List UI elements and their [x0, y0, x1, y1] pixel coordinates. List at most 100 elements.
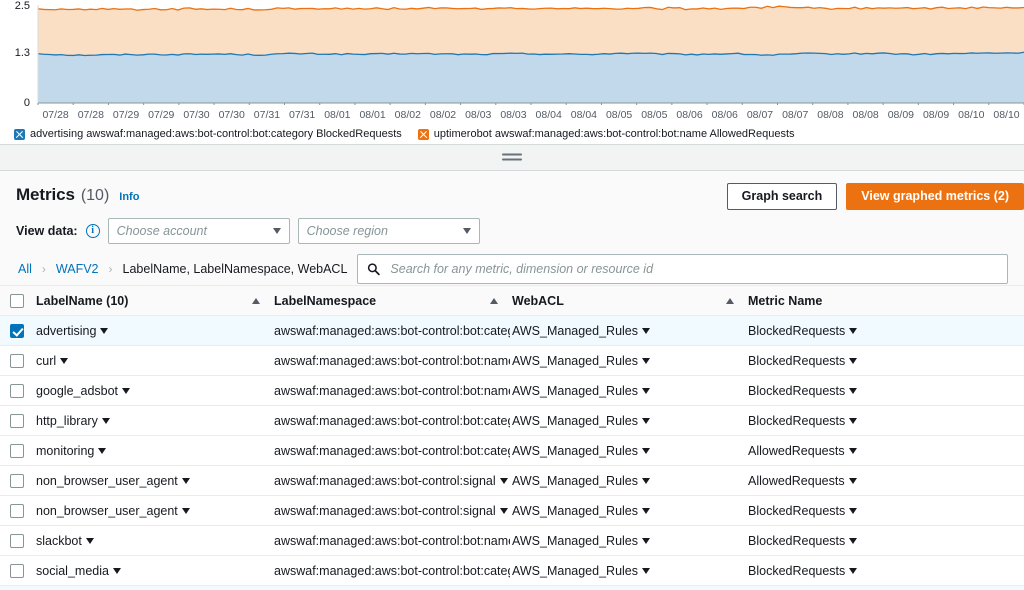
row-checkbox[interactable]	[10, 323, 24, 338]
cell-actions-chevron-down-icon[interactable]	[642, 328, 650, 334]
cell-actions-chevron-down-icon[interactable]	[85, 538, 94, 544]
cell-value: AllowedRequests	[748, 473, 845, 488]
y-tick-label: 2.5	[14, 0, 30, 12]
cell-value: AWS_Managed_Rules	[512, 503, 638, 518]
legend-item[interactable]: advertising awswaf:managed:aws:bot-contr…	[14, 128, 402, 140]
cell-value: AllowedRequests	[748, 443, 845, 458]
cell-actions-chevron-down-icon[interactable]	[848, 448, 857, 454]
x-tick-label: 07/30	[218, 109, 245, 121]
select-all-checkbox[interactable]	[10, 293, 24, 308]
table-row[interactable]: curl awswaf:managed:aws:bot-control:bot:n…	[0, 345, 1024, 376]
panel-resize-handle-icon[interactable]	[502, 153, 522, 162]
cell-actions-chevron-down-icon[interactable]	[642, 538, 650, 544]
metrics-count: (10)	[80, 187, 110, 204]
x-tick-label: 08/05	[605, 109, 633, 121]
panel-splitter[interactable]	[0, 145, 1024, 171]
search-input[interactable]	[388, 261, 999, 277]
region-select[interactable]: Choose region	[297, 218, 480, 244]
cell-actions-chevron-down-icon[interactable]	[642, 568, 650, 574]
cell-actions-chevron-down-icon[interactable]	[642, 478, 650, 484]
cell-actions-chevron-down-icon[interactable]	[499, 478, 508, 484]
table-row[interactable]: http_library awswaf:managed:aws:bot-contr…	[0, 405, 1024, 436]
metric-search[interactable]	[357, 254, 1008, 284]
cell-actions-chevron-down-icon[interactable]	[849, 418, 858, 424]
row-checkbox[interactable]	[10, 383, 24, 398]
column-header-label: LabelNamespace	[274, 293, 377, 308]
cell-actions-chevron-down-icon[interactable]	[848, 478, 857, 484]
graph-search-button[interactable]: Graph search	[726, 183, 838, 210]
cell-actions-chevron-down-icon[interactable]	[181, 478, 190, 484]
cell-actions-chevron-down-icon[interactable]	[642, 358, 650, 364]
row-checkbox[interactable]	[10, 443, 24, 458]
table-body: advertising awswaf:managed:aws:bot-contro…	[0, 315, 1024, 590]
column-header-metricname[interactable]: Metric Name	[746, 285, 1024, 316]
cell-actions-chevron-down-icon[interactable]	[642, 508, 650, 514]
cell-value: awswaf:managed:aws:bot-control:bot:categ…	[274, 413, 510, 428]
cell-value: awswaf:managed:aws:bot-control:bot:categ…	[274, 443, 510, 458]
cell-actions-chevron-down-icon[interactable]	[60, 358, 69, 364]
cell-value: google_adsbot	[36, 383, 119, 398]
cell-actions-chevron-down-icon[interactable]	[101, 418, 110, 424]
info-icon[interactable]: i	[85, 224, 100, 238]
table-row[interactable]: non_browser_user_agent awswaf:managed:aws…	[0, 495, 1024, 526]
chart-plot-area[interactable]	[0, 0, 1024, 105]
cell-actions-chevron-down-icon[interactable]	[849, 328, 858, 334]
cell-labelnamespace: awswaf:managed:aws:bot-control:bot:categ…	[272, 555, 510, 586]
cell-actions-chevron-down-icon[interactable]	[849, 538, 858, 544]
table-row[interactable]: advertising awswaf:managed:aws:bot-contro…	[0, 315, 1024, 346]
x-tick-label: 08/08	[817, 109, 844, 121]
cell-value: AWS_Managed_Rules	[512, 383, 638, 398]
breadcrumb-item-wafv2[interactable]: WAFV2	[54, 262, 101, 276]
sort-ascending-icon	[726, 297, 734, 304]
cell-labelname: non_browser_user_agent	[34, 495, 272, 526]
column-header-webacl[interactable]: WebACL	[510, 285, 746, 316]
row-checkbox[interactable]	[10, 353, 24, 368]
cell-actions-chevron-down-icon[interactable]	[122, 388, 131, 394]
cell-actions-chevron-down-icon[interactable]	[100, 328, 109, 334]
row-checkbox[interactable]	[10, 503, 24, 518]
cell-actions-chevron-down-icon[interactable]	[849, 388, 858, 394]
cell-actions-chevron-down-icon[interactable]	[642, 448, 650, 454]
column-header-labelname[interactable]: LabelName (10)	[34, 285, 272, 316]
cell-actions-chevron-down-icon[interactable]	[849, 508, 858, 514]
x-tick-label: 07/29	[148, 109, 175, 121]
cell-actions-chevron-down-icon[interactable]	[98, 448, 107, 454]
cell-actions-chevron-down-icon[interactable]	[499, 508, 508, 514]
chart-legend: advertising awswaf:managed:aws:bot-contr…	[14, 125, 795, 143]
x-tick-label: 08/09	[887, 109, 914, 121]
cell-webacl: AWS_Managed_Rules	[510, 585, 746, 590]
row-checkbox[interactable]	[10, 413, 24, 428]
cell-value: monitoring	[36, 443, 95, 458]
cell-actions-chevron-down-icon[interactable]	[181, 508, 190, 514]
x-tick-label: 07/29	[112, 109, 140, 121]
cell-actions-chevron-down-icon[interactable]	[642, 388, 650, 394]
cell-actions-chevron-down-icon[interactable]	[849, 358, 858, 364]
cell-value: slackbot	[36, 533, 82, 548]
cell-value: awswaf:managed:aws:bot-control:bot:categ…	[274, 323, 510, 338]
table-row[interactable]: monitoring awswaf:managed:aws:bot-control…	[0, 435, 1024, 466]
cell-actions-chevron-down-icon[interactable]	[642, 418, 650, 424]
cell-actions-chevron-down-icon[interactable]	[849, 568, 858, 574]
cell-actions-chevron-down-icon[interactable]	[112, 568, 121, 574]
account-select[interactable]: Choose account	[107, 218, 290, 244]
cell-labelname: social_media	[34, 555, 272, 586]
x-tick-label: 08/07	[782, 109, 809, 121]
x-tick-label: 08/09	[922, 109, 950, 121]
info-link[interactable]: Info	[119, 191, 139, 203]
table-row[interactable]: social_media awswaf:managed:aws:bot-contr…	[0, 555, 1024, 586]
table-row[interactable]: non_browser_user_agent awswaf:managed:aws…	[0, 465, 1024, 496]
row-checkbox[interactable]	[10, 473, 24, 488]
table-row[interactable]: uptimerobotawswaf:managed:aws:bot-contro…	[0, 585, 1024, 590]
view-graphed-metrics-button[interactable]: View graphed metrics (2)	[846, 183, 1024, 210]
breadcrumb-item-all[interactable]: All	[16, 262, 34, 276]
legend-item[interactable]: uptimerobot awswaf:managed:aws:bot-contr…	[417, 128, 795, 140]
table-row[interactable]: slackbot awswaf:managed:aws:bot-control:b…	[0, 525, 1024, 556]
row-checkbox[interactable]	[10, 563, 24, 578]
column-header-labelnamespace[interactable]: LabelNamespace	[272, 285, 510, 316]
cell-metricname: BlockedRequests	[746, 375, 1024, 406]
cell-metricname: AllowedRequests	[746, 435, 1024, 466]
table-row[interactable]: google_adsbot awswaf:managed:aws:bot-cont…	[0, 375, 1024, 406]
cell-labelnamespace: awswaf:managed:aws:bot-control:bot:name	[272, 345, 510, 376]
cell-metricname: BlockedRequests	[746, 315, 1024, 346]
row-checkbox[interactable]	[10, 533, 24, 548]
